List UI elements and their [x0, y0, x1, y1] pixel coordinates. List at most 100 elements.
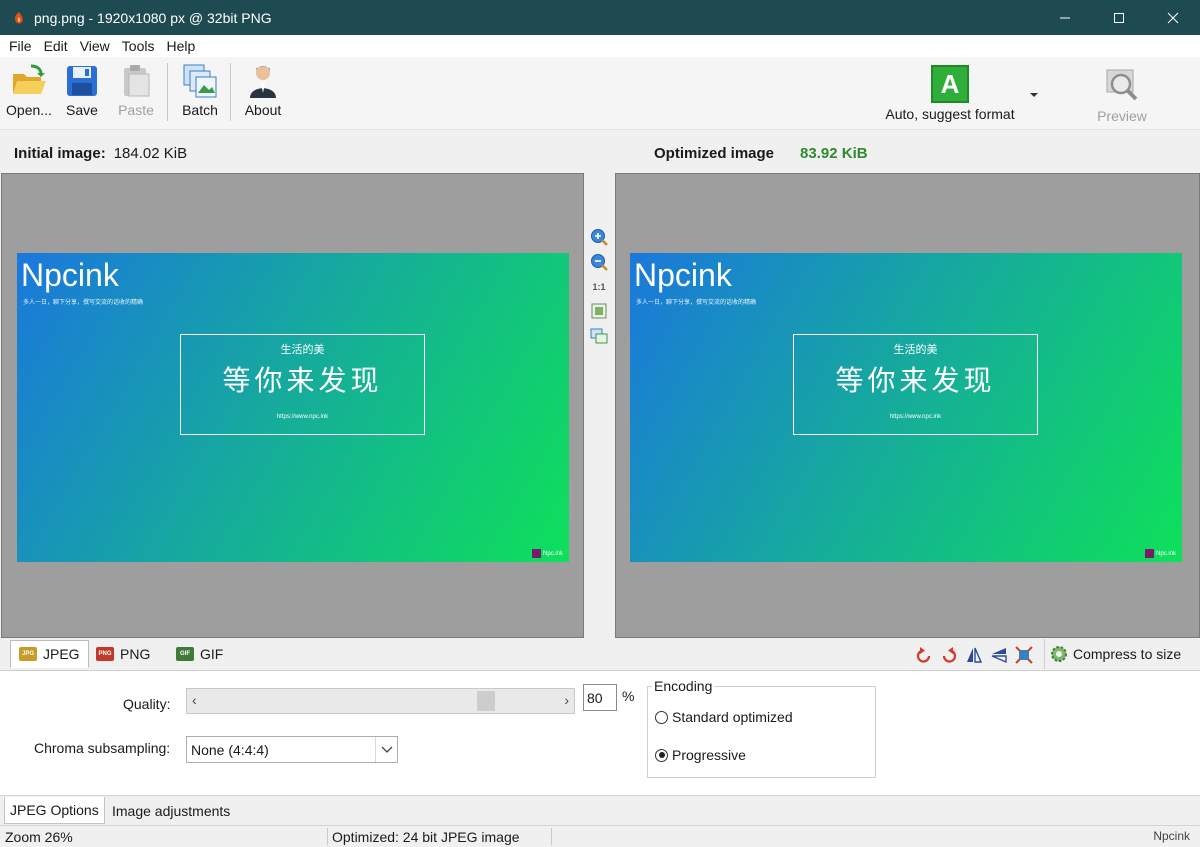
quality-input[interactable]: 80	[583, 684, 617, 711]
chroma-subsampling-select[interactable]: None (4:4:4)	[186, 736, 398, 763]
about-button[interactable]: About	[240, 61, 286, 125]
preview-headline: 等你来发现	[835, 364, 996, 397]
rotate-left-icon[interactable]	[911, 643, 936, 667]
tab-png[interactable]: PNG PNG	[88, 640, 158, 668]
save-disk-icon	[62, 61, 102, 101]
tab-jpeg[interactable]: JPG JPEG	[10, 640, 89, 668]
rotate-right-icon[interactable]	[936, 643, 961, 667]
zoom-fit-button[interactable]	[589, 301, 609, 321]
zoom-actual-size-button[interactable]: 1:1	[589, 277, 609, 297]
menu-tools[interactable]: Tools	[116, 38, 161, 54]
quality-slider[interactable]: ‹ ›	[186, 688, 575, 714]
batch-label: Batch	[182, 102, 218, 118]
toolbar-separator	[167, 63, 168, 121]
menu-bar: File Edit View Tools Help	[0, 35, 1200, 57]
app-icon	[12, 11, 26, 25]
crop-resize-icon[interactable]	[1011, 643, 1036, 667]
maximize-button[interactable]	[1092, 0, 1146, 35]
compress-to-size-button[interactable]: Compress to size	[1044, 639, 1181, 669]
preview-text-box: 生活的美 等你来发现 https://www.npc.ink	[180, 334, 425, 435]
batch-images-icon	[180, 61, 220, 101]
radio-standard-label: Standard optimized	[672, 709, 793, 725]
preview-tagline: 多人一日，聊下分享，撰写交流的话收的精确	[23, 300, 144, 306]
title-bar: png.png - 1920x1080 px @ 32bit PNG	[0, 0, 1200, 35]
toolbar: Open... Save Paste Batch About A Auto, s…	[0, 57, 1200, 130]
flip-vertical-icon[interactable]	[986, 643, 1011, 667]
badge-logo-icon	[1144, 549, 1154, 558]
quality-label: Quality:	[123, 696, 171, 712]
tab-image-adjustments[interactable]: Image adjustments	[107, 797, 235, 824]
compare-images-icon	[590, 328, 608, 344]
toolbar-separator	[230, 63, 231, 121]
format-tab-row: JPG JPEG PNG PNG GIF GIF Compress to siz…	[0, 639, 1200, 671]
slider-left-arrow-icon[interactable]: ‹	[192, 692, 197, 708]
initial-image-pane[interactable]: Npcink 多人一日，聊下分享，撰写交流的话收的精确 生活的美 等你来发现 h…	[1, 173, 584, 638]
compress-label: Compress to size	[1073, 646, 1182, 662]
slider-right-arrow-icon[interactable]: ›	[564, 692, 569, 708]
tab-jpeg-label: JPEG	[43, 646, 80, 662]
status-divider	[327, 828, 328, 845]
status-zoom: Zoom 26%	[5, 829, 73, 845]
save-button[interactable]: Save	[60, 61, 104, 125]
preview-url: https://www.npc.ink	[276, 414, 329, 420]
zoom-compare-button[interactable]	[589, 326, 609, 346]
menu-edit[interactable]: Edit	[38, 38, 74, 54]
preview-button[interactable]: Preview	[1092, 61, 1152, 125]
fit-image-icon	[591, 303, 607, 319]
preview-label: Preview	[1097, 108, 1147, 124]
menu-view[interactable]: View	[74, 38, 116, 54]
open-button[interactable]: Open...	[4, 61, 54, 125]
window-title: png.png - 1920x1080 px @ 32bit PNG	[34, 9, 272, 26]
preview-subtitle: 生活的美	[280, 344, 325, 356]
person-icon	[243, 61, 283, 101]
format-dropdown-icon[interactable]	[1029, 85, 1039, 101]
preview-brand: Npcink	[634, 257, 732, 293]
batch-button[interactable]: Batch	[177, 61, 223, 125]
menu-file[interactable]: File	[3, 38, 38, 54]
close-button[interactable]	[1146, 0, 1200, 35]
zoom-in-button[interactable]	[589, 227, 609, 247]
minimize-icon	[1060, 17, 1070, 18]
initial-image-label: Initial image:	[14, 144, 106, 162]
optimized-image-pane[interactable]: Npcink 多人一日，聊下分享，撰写交流的话收的精确 生活的美 等你来发现 h…	[615, 173, 1200, 638]
preview-brand: Npcink	[21, 257, 119, 293]
badge-logo-icon	[531, 549, 541, 558]
quality-slider-thumb[interactable]	[477, 691, 496, 711]
zoom-out-button[interactable]	[589, 252, 609, 272]
jpeg-options-panel: Quality: ‹ › 80 % Chroma subsampling: No…	[0, 671, 1200, 795]
format-selector[interactable]: A Auto, suggest format	[876, 61, 1024, 125]
tab-gif-label: GIF	[200, 646, 224, 662]
preview-url: https://www.npc.ink	[889, 414, 942, 420]
flip-horizontal-icon[interactable]	[961, 643, 986, 667]
open-folder-icon	[9, 61, 49, 101]
preview-badge: Npc.ink	[1144, 549, 1176, 558]
chroma-subsampling-label: Chroma subsampling:	[34, 740, 171, 756]
zoom-out-icon	[591, 254, 608, 271]
paste-clipboard-icon	[116, 61, 156, 101]
options-tab-bar: JPEG Options Image adjustments	[0, 795, 1200, 824]
chevron-down-icon[interactable]	[375, 737, 397, 762]
paste-label: Paste	[118, 102, 154, 118]
radio-standard-optimized[interactable]: Standard optimized	[655, 709, 793, 725]
initial-image-preview: Npcink 多人一日，聊下分享，撰写交流的话收的精确 生活的美 等你来发现 h…	[17, 253, 569, 562]
status-optimized: Optimized: 24 bit JPEG image	[332, 829, 520, 845]
tab-jpeg-options[interactable]: JPEG Options	[4, 797, 105, 824]
tab-gif[interactable]: GIF GIF	[168, 640, 231, 668]
preview-tagline: 多人一日，聊下分享，撰写交流的话收的精确	[636, 300, 757, 306]
open-label: Open...	[6, 102, 52, 118]
radio-progressive[interactable]: Progressive	[655, 747, 746, 763]
menu-help[interactable]: Help	[160, 38, 201, 54]
zoom-toolstrip: 1:1	[584, 173, 615, 638]
format-label: Auto, suggest format	[885, 106, 1015, 122]
radio-progressive-label: Progressive	[672, 747, 746, 763]
save-label: Save	[66, 102, 98, 118]
maximize-icon	[1114, 12, 1124, 23]
zoom-in-icon	[591, 229, 608, 246]
optimized-image-label: Optimized image	[654, 144, 775, 162]
encoding-group: Encoding Standard optimized Progressive	[647, 678, 876, 778]
png-file-icon: PNG	[96, 647, 114, 661]
preview-badge: Npc.ink	[531, 549, 563, 558]
minimize-button[interactable]	[1038, 0, 1092, 35]
transform-tools	[911, 643, 1036, 667]
paste-button[interactable]: Paste	[113, 61, 159, 125]
